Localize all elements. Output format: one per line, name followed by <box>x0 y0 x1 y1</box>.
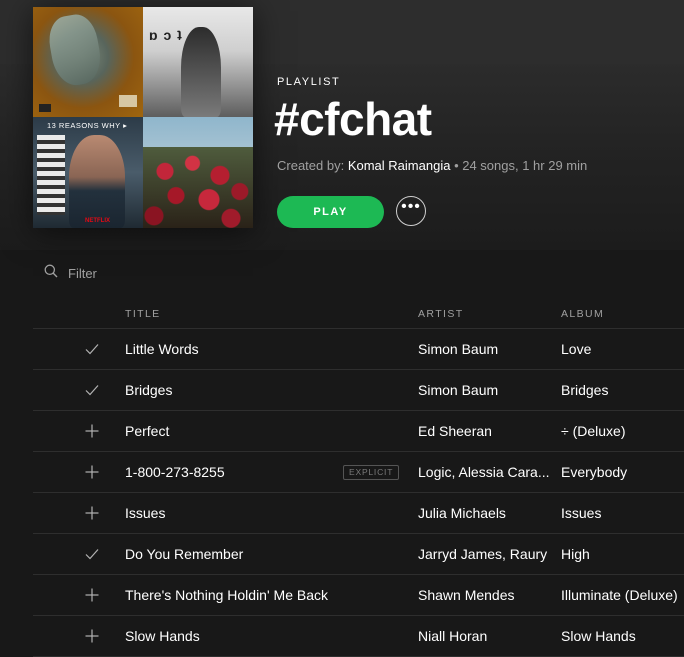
netflix-logo: NETFLIX <box>85 218 110 224</box>
cover-art-figure <box>181 27 221 117</box>
filter-bar <box>44 264 268 283</box>
track-title: Issues <box>125 505 166 521</box>
check-icon[interactable] <box>84 341 100 357</box>
plus-icon[interactable] <box>84 587 100 603</box>
playlist-stats: • 24 songs, 1 hr 29 min <box>454 158 588 173</box>
track-artist[interactable]: Ed Sheeran <box>418 423 552 439</box>
track-album[interactable]: Illuminate (Deluxe) <box>561 587 678 603</box>
track-artist[interactable]: Niall Horan <box>418 628 552 644</box>
cover-art-tapes <box>37 135 65 215</box>
more-icon: ••• <box>401 198 421 215</box>
parental-advisory-badge <box>39 104 51 112</box>
cover-art-label <box>119 95 137 107</box>
more-options-button[interactable]: ••• <box>396 196 426 226</box>
play-button[interactable]: PLAY <box>277 196 384 228</box>
cover-art-figure <box>69 135 125 228</box>
track-album[interactable]: Issues <box>561 505 601 521</box>
track-title: Do You Remember <box>125 546 244 562</box>
track-table-header: TITLE ARTIST ALBUM <box>33 304 684 329</box>
playlist-meta: Created by: Komal Raimangia • 24 songs, … <box>277 158 587 173</box>
track-album[interactable]: Bridges <box>561 382 608 398</box>
track-list: Little Words Simon Baum Love Bridges Simon B… <box>33 329 684 657</box>
track-row[interactable]: There's Nothing Holdin' Me Back Shawn Men… <box>33 575 684 616</box>
check-icon[interactable] <box>84 382 100 398</box>
track-row[interactable]: Bridges Simon Baum Bridges <box>33 370 684 411</box>
playlist-type-label: PLAYLIST <box>277 76 341 88</box>
track-album[interactable]: ÷ (Deluxe) <box>561 423 625 439</box>
track-row[interactable]: Slow Hands Niall Horan Slow Hands <box>33 616 684 657</box>
cover-tile-2: ɒ ɔ ʇ <box>143 7 253 117</box>
track-artist[interactable]: Logic, Alessia Cara... <box>418 464 552 480</box>
track-title: 1-800-273-8255 <box>125 464 225 480</box>
track-title: Little Words <box>125 341 199 357</box>
cover-tile-3: 13 REASONS WHY ▸ NETFLIX <box>33 117 143 228</box>
cover-art-flowers <box>143 147 253 228</box>
column-header-title[interactable]: TITLE <box>125 308 161 320</box>
track-row[interactable]: Do You Remember Jarryd James, Raury High <box>33 534 684 575</box>
track-artist[interactable]: Simon Baum <box>418 341 552 357</box>
playlist-cover-mosaic[interactable]: ɒ ɔ ʇ 13 REASONS WHY ▸ NETFLIX <box>33 7 253 228</box>
column-header-artist[interactable]: ARTIST <box>418 308 464 320</box>
track-artist[interactable]: Julia Michaels <box>418 505 552 521</box>
playlist-title: #cfchat <box>274 93 432 145</box>
filter-input[interactable] <box>68 266 268 281</box>
column-header-album[interactable]: ALBUM <box>561 308 604 320</box>
track-artist[interactable]: Shawn Mendes <box>418 587 552 603</box>
track-album[interactable]: Love <box>561 341 591 357</box>
track-row[interactable]: Perfect Ed Sheeran ÷ (Deluxe) <box>33 411 684 452</box>
track-album[interactable]: High <box>561 546 590 562</box>
created-by-label: Created by: <box>277 158 345 173</box>
plus-icon[interactable] <box>84 505 100 521</box>
track-row[interactable]: Issues Julia Michaels Issues <box>33 493 684 534</box>
track-album[interactable]: Everybody <box>561 464 627 480</box>
track-title: Perfect <box>125 423 170 439</box>
cover-art-figure <box>45 11 105 89</box>
track-artist[interactable]: Jarryd James, Raury <box>418 546 552 562</box>
track-title: Bridges <box>125 382 173 398</box>
plus-icon[interactable] <box>84 464 100 480</box>
search-icon <box>44 264 58 283</box>
cover-art-text: ɒ ɔ ʇ <box>149 27 183 43</box>
plus-icon[interactable] <box>84 423 100 439</box>
track-title: Slow Hands <box>125 628 200 644</box>
owner-link[interactable]: Komal Raimangia <box>348 158 451 173</box>
track-artist[interactable]: Simon Baum <box>418 382 552 398</box>
explicit-badge: EXPLICIT <box>343 465 400 480</box>
cover-art-title: 13 REASONS WHY ▸ <box>47 121 128 130</box>
track-row[interactable]: 1-800-273-8255 EXPLICIT Logic, Alessia Car… <box>33 452 684 493</box>
plus-icon[interactable] <box>84 628 100 644</box>
track-title: There's Nothing Holdin' Me Back <box>125 587 328 603</box>
check-icon[interactable] <box>84 546 100 562</box>
cover-tile-4 <box>143 117 253 228</box>
track-row[interactable]: Little Words Simon Baum Love <box>33 329 684 370</box>
track-album[interactable]: Slow Hands <box>561 628 636 644</box>
cover-tile-1 <box>33 7 143 117</box>
